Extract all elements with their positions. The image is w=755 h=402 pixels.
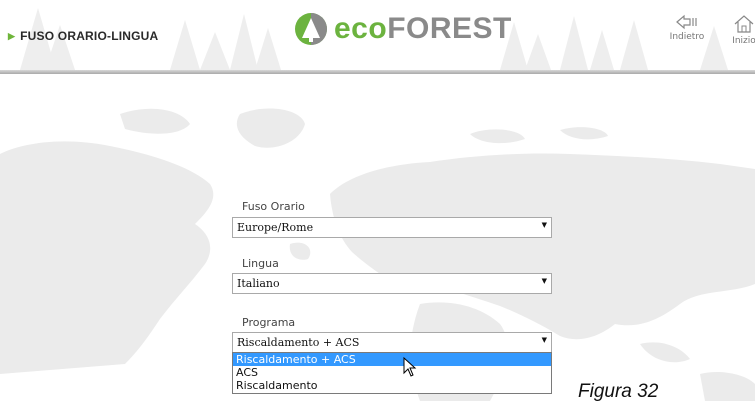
program-option-riscaldamento-acs[interactable]: Riscaldamento + ACS (233, 353, 551, 366)
language-label: Lingua (242, 257, 279, 270)
language-select[interactable]: Italiano ▼ (232, 273, 552, 294)
program-option-riscaldamento[interactable]: Riscaldamento (233, 379, 551, 392)
play-triangle-icon: ▶ (8, 30, 16, 41)
back-button[interactable]: Indietro (665, 14, 709, 42)
timezone-label: Fuso Orario (242, 200, 305, 213)
timezone-value: Europe/Rome (237, 221, 314, 234)
ecoforest-logo: ecoFOREST (294, 12, 512, 46)
program-value: Riscaldamento + ACS (237, 336, 360, 349)
chevron-down-icon: ▼ (541, 221, 547, 229)
logo-eco-text: eco (334, 12, 388, 45)
program-dropdown-list: Riscaldamento + ACS ACS Riscaldamento (232, 352, 552, 394)
logo-forest-text: FOREST (387, 12, 512, 45)
ecoforest-tree-logo-icon (295, 13, 327, 45)
home-button[interactable]: Inizio (722, 14, 755, 46)
program-label: Programa (242, 316, 296, 329)
page-title-text: FUSO ORARIO-LINGUA (20, 29, 159, 43)
back-label: Indietro (669, 32, 705, 42)
program-option-acs[interactable]: ACS (233, 366, 551, 379)
home-label: Inizio (732, 36, 755, 46)
home-icon (734, 15, 754, 33)
chevron-down-icon: ▼ (541, 277, 547, 285)
timezone-select[interactable]: Europe/Rome ▼ (232, 217, 552, 238)
back-arrow-icon (676, 14, 697, 30)
chevron-down-icon: ▼ (541, 336, 547, 344)
page-title: ▶ FUSO ORARIO-LINGUA (8, 29, 158, 43)
figure-caption: Figura 32 (578, 381, 659, 402)
mouse-pointer-icon (403, 357, 417, 377)
program-select[interactable]: Riscaldamento + ACS ▼ (232, 332, 552, 353)
header-bar: ▶ FUSO ORARIO-LINGUA ecoFOREST Indietro … (0, 0, 755, 74)
language-value: Italiano (237, 277, 280, 290)
logo-wordmark: ecoFOREST (334, 14, 512, 44)
